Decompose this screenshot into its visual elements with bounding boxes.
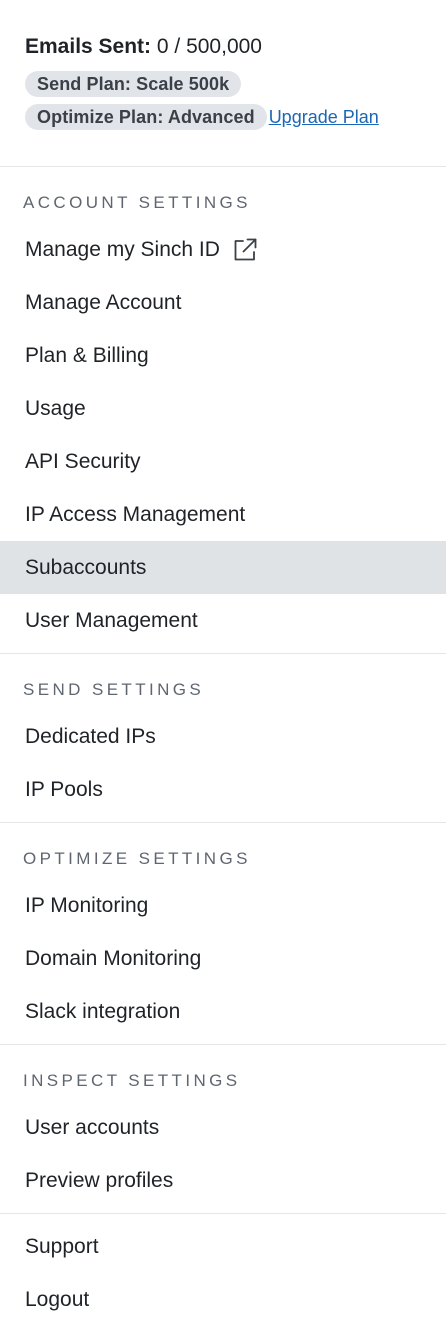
menu-item-label: IP Monitoring <box>25 893 149 917</box>
menu-item-user-accounts[interactable]: User accounts <box>0 1101 446 1154</box>
menu-item-label: Preview profiles <box>25 1168 174 1192</box>
menu-item-domain-monitoring[interactable]: Domain Monitoring <box>0 932 446 985</box>
menu-item-label: IP Pools <box>25 777 103 801</box>
menu-item-logout[interactable]: Logout <box>0 1273 446 1326</box>
menu-item-label: API Security <box>25 449 141 473</box>
menu-item-label: Manage Account <box>25 290 182 314</box>
optimize-settings-section: OPTIMIZE SETTINGS IP Monitoring Domain M… <box>0 823 446 1044</box>
menu-item-user-management[interactable]: User Management <box>0 594 446 647</box>
menu-item-dedicated-ips[interactable]: Dedicated IPs <box>0 710 446 763</box>
menu-item-usage[interactable]: Usage <box>0 382 446 435</box>
inspect-settings-heading: INSPECT SETTINGS <box>23 1071 241 1090</box>
menu-item-manage-sinch-id[interactable]: Manage my Sinch ID <box>0 223 446 276</box>
optimize-plan-badge: Optimize Plan: Advanced <box>25 104 267 130</box>
menu-item-ip-monitoring[interactable]: IP Monitoring <box>0 879 446 932</box>
menu-item-plan-billing[interactable]: Plan & Billing <box>0 329 446 382</box>
emails-sent: Emails Sent: 0 / 500,000 <box>25 34 421 60</box>
send-settings-heading: SEND SETTINGS <box>23 680 205 699</box>
menu-item-label: Slack integration <box>25 999 181 1023</box>
menu-item-slack-integration[interactable]: Slack integration <box>0 985 446 1038</box>
account-menu-panel: Emails Sent: 0 / 500,000 Send Plan: Scal… <box>0 0 446 1344</box>
menu-item-label: Manage my Sinch ID <box>25 237 220 261</box>
menu-item-ip-pools[interactable]: IP Pools <box>0 763 446 816</box>
upgrade-plan-link[interactable]: Upgrade Plan <box>269 104 379 130</box>
menu-item-label: Subaccounts <box>25 555 147 579</box>
account-settings-section: ACCOUNT SETTINGS Manage my Sinch ID Mana… <box>0 167 446 653</box>
emails-sent-label: Emails Sent: <box>25 35 152 58</box>
optimize-settings-heading: OPTIMIZE SETTINGS <box>23 849 251 868</box>
send-plan-badge: Send Plan: Scale 500k <box>25 71 242 97</box>
menu-item-label: Support <box>25 1234 99 1258</box>
menu-item-api-security[interactable]: API Security <box>0 435 446 488</box>
footer-section: Support Logout <box>0 1214 446 1326</box>
menu-item-label: User accounts <box>25 1115 160 1139</box>
menu-item-label: Logout <box>25 1287 90 1311</box>
plan-summary: Emails Sent: 0 / 500,000 Send Plan: Scal… <box>0 0 446 166</box>
menu-item-support[interactable]: Support <box>0 1220 446 1273</box>
menu-item-preview-profiles[interactable]: Preview profiles <box>0 1154 446 1207</box>
menu-item-subaccounts[interactable]: Subaccounts <box>0 541 446 594</box>
plan-badges: Send Plan: Scale 500k Optimize Plan: Adv… <box>25 70 421 131</box>
menu-item-label: User Management <box>25 608 198 632</box>
account-settings-heading: ACCOUNT SETTINGS <box>23 193 251 212</box>
menu-item-label: Usage <box>25 396 86 420</box>
menu-item-label: Domain Monitoring <box>25 946 202 970</box>
menu-item-label: Dedicated IPs <box>25 724 156 748</box>
send-settings-section: SEND SETTINGS Dedicated IPs IP Pools <box>0 654 446 822</box>
emails-sent-value: 0 / 500,000 <box>156 35 262 58</box>
external-link-icon <box>232 237 258 263</box>
menu-item-ip-access-management[interactable]: IP Access Management <box>0 488 446 541</box>
menu-item-label: IP Access Management <box>25 502 246 526</box>
menu-item-manage-account[interactable]: Manage Account <box>0 276 446 329</box>
menu-item-label: Plan & Billing <box>25 343 149 367</box>
inspect-settings-section: INSPECT SETTINGS User accounts Preview p… <box>0 1045 446 1213</box>
